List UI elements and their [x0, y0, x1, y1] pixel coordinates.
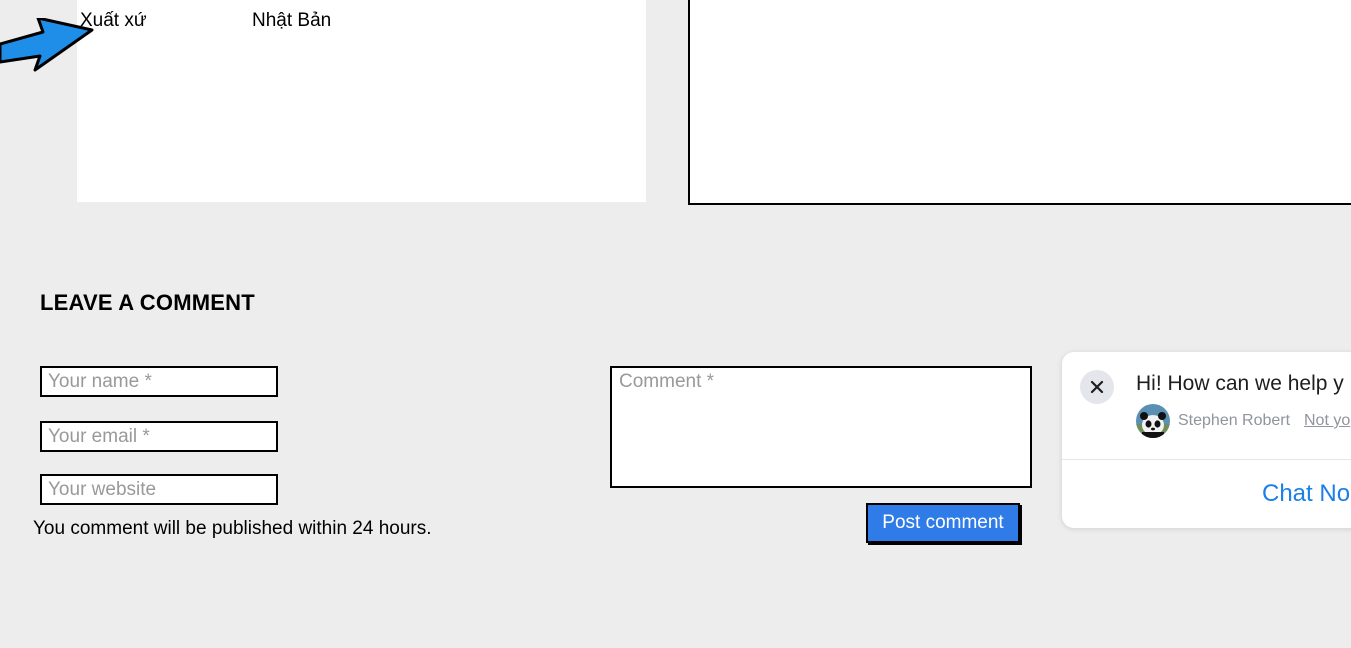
arrow-right-icon: [0, 18, 94, 72]
spec-value: Nhật Bản: [252, 10, 332, 31]
chat-now-button[interactable]: Chat No: [1262, 480, 1350, 508]
comment-textarea[interactable]: [610, 366, 1032, 488]
close-icon: [1090, 380, 1104, 394]
email-input[interactable]: [40, 421, 278, 452]
website-input[interactable]: [40, 474, 278, 505]
chat-close-button[interactable]: [1080, 370, 1114, 404]
comment-section-title: LEAVE A COMMENT: [40, 290, 255, 315]
post-comment-button[interactable]: Post comment: [866, 503, 1020, 543]
avatar: [1136, 404, 1170, 438]
page: Xuất xứ Nhật Bản LEAVE A COMMENT You com…: [0, 0, 1351, 648]
spec-panel: Xuất xứ Nhật Bản: [77, 0, 646, 202]
chat-user-name: Stephen Robert: [1178, 412, 1291, 429]
name-input[interactable]: [40, 366, 278, 397]
product-image-box: [688, 0, 1351, 205]
not-you-link[interactable]: Not yo: [1304, 412, 1350, 430]
chat-greeting: Hi! How can we help y: [1136, 372, 1344, 395]
divider: [1062, 459, 1351, 460]
publish-note: You comment will be published within 24 …: [33, 518, 432, 539]
chat-widget: Hi! How can we help y Stephen Robert Not…: [1062, 352, 1351, 528]
